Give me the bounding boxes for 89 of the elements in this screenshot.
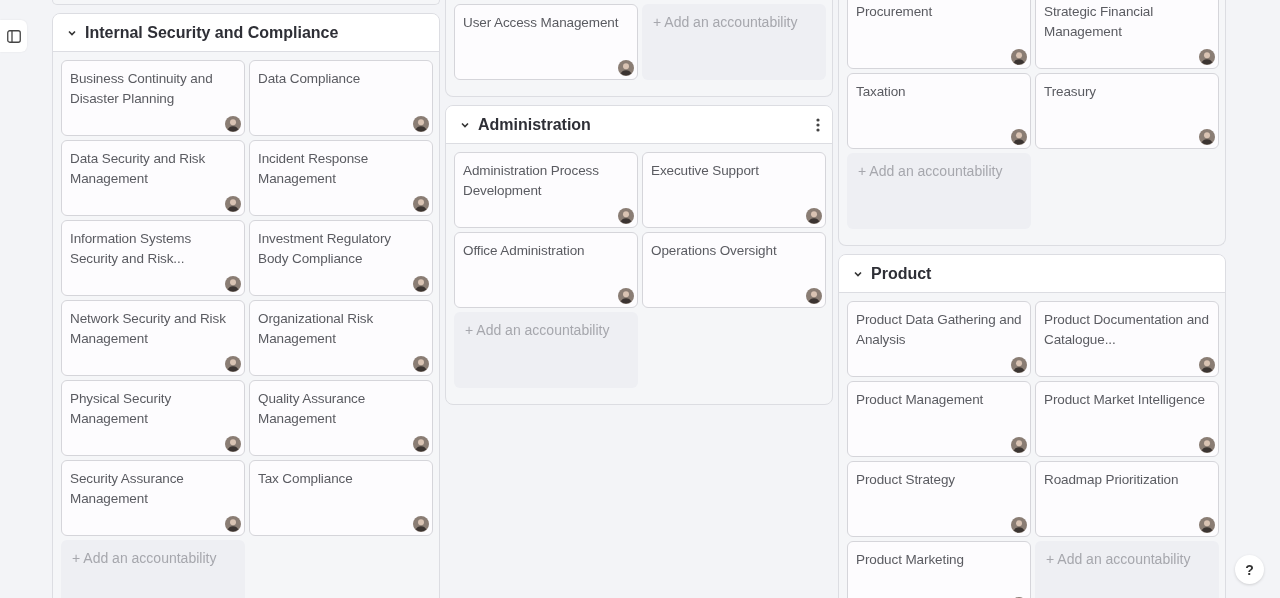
accountability-title: Office Administration [463,242,586,260]
more-menu-icon[interactable] [816,117,820,132]
section-title: Internal Security and Compliance [85,23,340,42]
help-button[interactable]: ? [1235,555,1264,584]
accountability-card[interactable]: Product Data Gathering and Analysis [847,301,1031,377]
avatar-icon [225,276,241,292]
accountability-title: Product Documentation and Catalogue... [1044,311,1210,349]
avatar-icon [225,356,241,372]
accountability-title: Operations Oversight [651,242,778,260]
accountability-title: Procurement [856,3,934,21]
accountability-card[interactable]: Operations Oversight [642,232,826,308]
accountability-card[interactable]: Administration Process Development [454,152,638,228]
accountability-title: Information Systems Security and Risk... [70,230,193,268]
sidebar-toggle-icon[interactable] [0,20,27,52]
avatar-icon [413,116,429,132]
accountability-title: Strategic Financial Management [1044,3,1155,41]
accountability-title: Product Market Intelligence [1044,391,1206,409]
accountability-card[interactable]: Network Security and Risk Management [61,300,245,376]
accountability-card[interactable]: Treasury [1035,73,1219,149]
avatar-icon [225,116,241,132]
accountability-title: Product Management [856,391,985,409]
accountability-card[interactable]: Physical Security Management [61,380,245,456]
accountability-title: Tax Compliance [258,470,354,488]
accountability-title: Treasury [1044,83,1097,101]
accountability-card[interactable]: Security Assurance Management [61,460,245,536]
accountability-title: Business Continuity and Disaster Planning [70,70,214,108]
accountability-title: Administration Process Development [463,162,600,200]
avatar-icon [1199,357,1215,373]
accountability-card[interactable]: User Access Management [454,4,638,80]
avatar-icon [1011,357,1027,373]
accountability-card[interactable]: Procurement [847,0,1031,69]
accountability-title: Product Data Gathering and Analysis [856,311,1022,349]
accountability-card[interactable]: Data Security and Risk Management [61,140,245,216]
section-title: Administration [478,115,592,134]
avatar-icon [413,436,429,452]
avatar-icon [806,208,822,224]
accountability-card[interactable]: Investment Regulatory Body Compliance [249,220,433,296]
accountability-title: Product Marketing [856,551,965,569]
accountability-card[interactable]: Tax Compliance [249,460,433,536]
accountability-card[interactable]: Information Systems Security and Risk... [61,220,245,296]
accountability-card[interactable]: Product Marketing [847,541,1031,598]
accountability-title: User Access Management [463,14,620,32]
avatar-icon [1011,49,1027,65]
accountability-card[interactable]: Business Continuity and Disaster Planning [61,60,245,136]
accountability-card[interactable]: Roadmap Prioritization [1035,461,1219,537]
accountability-title: Organizational Risk Management [258,310,375,348]
accountability-card[interactable]: Product Documentation and Catalogue... [1035,301,1219,377]
avatar-icon [1199,517,1215,533]
accountability-card[interactable]: Quality Assurance Management [249,380,433,456]
accountability-title: Security Assurance Management [70,470,185,508]
avatar-icon [413,516,429,532]
accountability-title: Incident Response Management [258,150,370,188]
avatar-icon [618,60,634,76]
avatar-icon [225,436,241,452]
accountability-title: Executive Support [651,162,760,180]
avatar-icon [413,356,429,372]
avatar-icon [1199,129,1215,145]
avatar-icon [618,288,634,304]
avatar-icon [225,516,241,532]
section-title: Product [871,264,933,283]
accountability-card[interactable]: Strategic Financial Management [1035,0,1219,69]
avatar-icon [225,196,241,212]
avatar-icon [1011,437,1027,453]
avatar-icon [1011,517,1027,533]
accountability-card[interactable]: Product Market Intelligence [1035,381,1219,457]
avatar-icon [1011,129,1027,145]
accountability-title: Data Security and Risk Management [70,150,207,188]
avatar-icon [413,196,429,212]
accountability-title: Taxation [856,83,907,101]
accountability-title: Network Security and Risk Management [70,310,227,348]
accountability-card[interactable]: Office Administration [454,232,638,308]
accountability-title: Data Compliance [258,70,362,88]
avatar-icon [1199,49,1215,65]
avatar-icon [806,288,822,304]
accountability-card[interactable]: Executive Support [642,152,826,228]
accountability-card[interactable]: Product Strategy [847,461,1031,537]
avatar-icon [413,276,429,292]
accountability-card[interactable]: Organizational Risk Management [249,300,433,376]
accountability-title: Investment Regulatory Body Compliance [258,230,392,268]
accountability-card[interactable]: Data Compliance [249,60,433,136]
avatar-icon [1199,437,1215,453]
avatar-icon [618,208,634,224]
accountability-card[interactable]: Taxation [847,73,1031,149]
accountability-title: Quality Assurance Management [258,390,367,428]
accountability-title: Product Strategy [856,471,956,489]
accountability-card[interactable]: Product Management [847,381,1031,457]
accountability-title: Physical Security Management [70,390,173,428]
accountability-title: Roadmap Prioritization [1044,471,1180,489]
accountability-card[interactable]: Incident Response Management [249,140,433,216]
